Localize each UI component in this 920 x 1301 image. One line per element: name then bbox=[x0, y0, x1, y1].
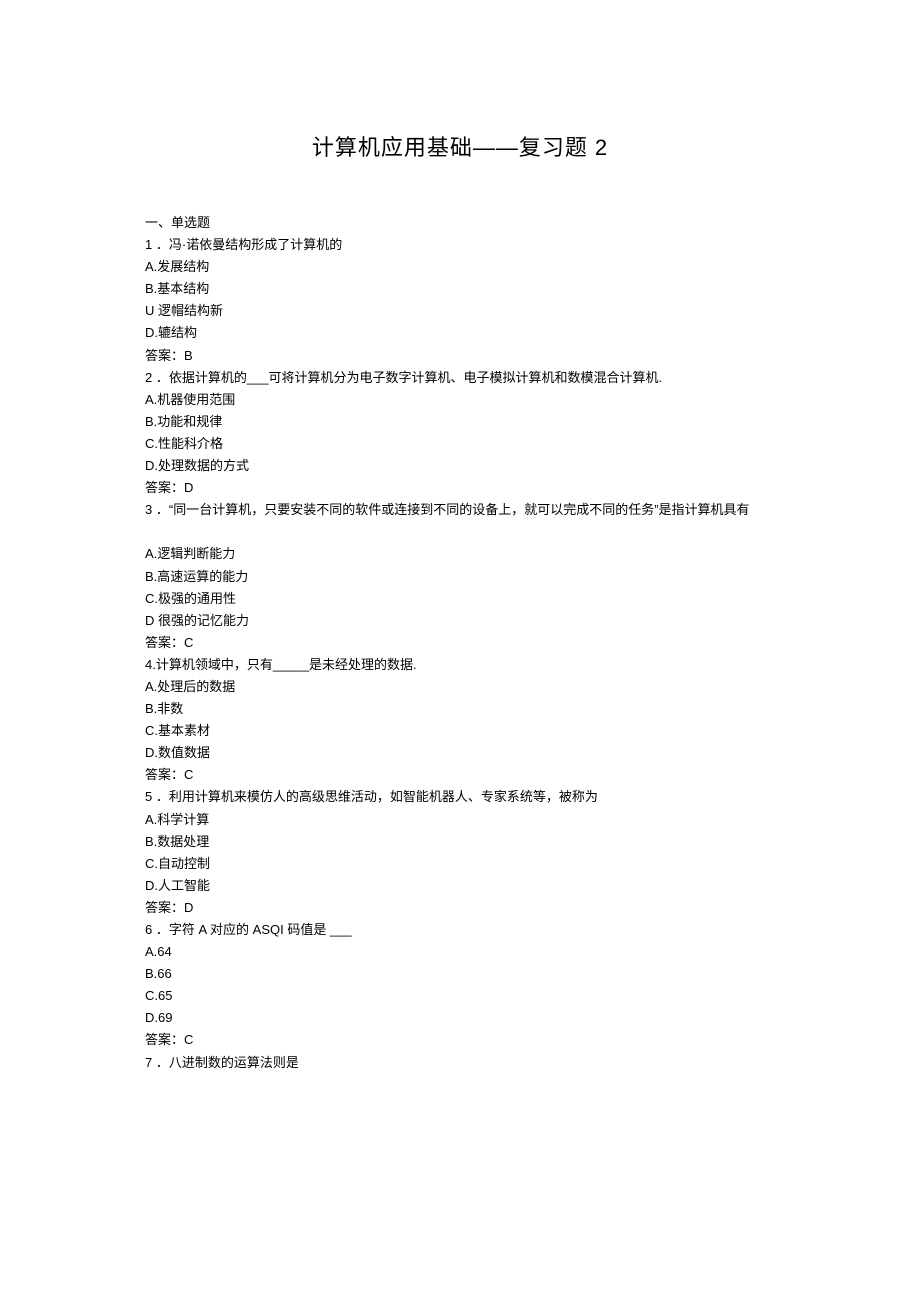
question-stem: 6 ．字符 A 对应的 ASQI 码值是 ___ bbox=[145, 919, 775, 941]
option-b: B.数据处理 bbox=[145, 831, 775, 853]
option-b: B.非数 bbox=[145, 698, 775, 720]
option-b: B.高速运算的能力 bbox=[145, 566, 775, 588]
blank-line bbox=[145, 521, 775, 543]
option-d: D.处理数据的方式 bbox=[145, 455, 775, 477]
option-b: B.66 bbox=[145, 963, 775, 985]
option-a: A.科学计算 bbox=[145, 809, 775, 831]
answer-line: 答案：C bbox=[145, 764, 775, 786]
option-c: C.极强的通用性 bbox=[145, 588, 775, 610]
option-b: B.功能和规律 bbox=[145, 411, 775, 433]
option-a: A.处理后的数据 bbox=[145, 676, 775, 698]
option-c: C.性能科介格 bbox=[145, 433, 775, 455]
question-block: 4.计算机领域中，只有_____是未经处理的数据. A.处理后的数据 B.非数 … bbox=[145, 654, 775, 787]
option-c: C.自动控制 bbox=[145, 853, 775, 875]
question-stem: 1 ．冯·诺依曼结构形成了计算机的 bbox=[145, 234, 775, 256]
option-d: D.69 bbox=[145, 1007, 775, 1029]
option-c: C.65 bbox=[145, 985, 775, 1007]
document-page: 计算机应用基础——复习题 2 一、单选题 1 ．冯·诺依曼结构形成了计算机的 A… bbox=[0, 0, 920, 1174]
question-block: 2 ．依据计算机的___可将计算机分为电子数字计算机、电子模拟计算机和数模混合计… bbox=[145, 367, 775, 500]
option-a: A.逻辑判断能力 bbox=[145, 543, 775, 565]
option-a: A.64 bbox=[145, 941, 775, 963]
answer-line: 答案：D bbox=[145, 477, 775, 499]
answer-line: 答案：C bbox=[145, 632, 775, 654]
question-stem: 4.计算机领域中，只有_____是未经处理的数据. bbox=[145, 654, 775, 676]
option-d: D.人工智能 bbox=[145, 875, 775, 897]
question-stem: 7 ．八进制数的运算法则是 bbox=[145, 1052, 775, 1074]
option-b: B.基本结构 bbox=[145, 278, 775, 300]
option-c: U 逻帽结构新 bbox=[145, 300, 775, 322]
page-title: 计算机应用基础——复习题 2 bbox=[145, 130, 775, 162]
answer-line: 答案：C bbox=[145, 1029, 775, 1051]
answer-line: 答案：B bbox=[145, 345, 775, 367]
option-d: D.辘结构 bbox=[145, 322, 775, 344]
question-stem: 5 ．利用计算机来模仿人的高级思维活动，如智能机器人、专家系统等，被称为 bbox=[145, 786, 775, 808]
question-block: 3 ．“同一台计算机，只要安装不同的软件或连接到不同的设备上，就可以完成不同的任… bbox=[145, 499, 775, 654]
question-block: 7 ．八进制数的运算法则是 bbox=[145, 1052, 775, 1074]
answer-line: 答案：D bbox=[145, 897, 775, 919]
question-stem: 2 ．依据计算机的___可将计算机分为电子数字计算机、电子模拟计算机和数模混合计… bbox=[145, 367, 775, 389]
option-d: D 很强的记忆能力 bbox=[145, 610, 775, 632]
question-stem: 3 ．“同一台计算机，只要安装不同的软件或连接到不同的设备上，就可以完成不同的任… bbox=[145, 499, 775, 521]
question-block: 6 ．字符 A 对应的 ASQI 码值是 ___ A.64 B.66 C.65 … bbox=[145, 919, 775, 1052]
option-a: A.发展结构 bbox=[145, 256, 775, 278]
question-block: 5 ．利用计算机来模仿人的高级思维活动，如智能机器人、专家系统等，被称为 A.科… bbox=[145, 786, 775, 919]
option-a: A.机器使用范围 bbox=[145, 389, 775, 411]
option-c: C.基本素材 bbox=[145, 720, 775, 742]
option-d: D.数值数据 bbox=[145, 742, 775, 764]
section-heading: 一、单选题 bbox=[145, 212, 775, 234]
question-block: 1 ．冯·诺依曼结构形成了计算机的 A.发展结构 B.基本结构 U 逻帽结构新 … bbox=[145, 234, 775, 367]
